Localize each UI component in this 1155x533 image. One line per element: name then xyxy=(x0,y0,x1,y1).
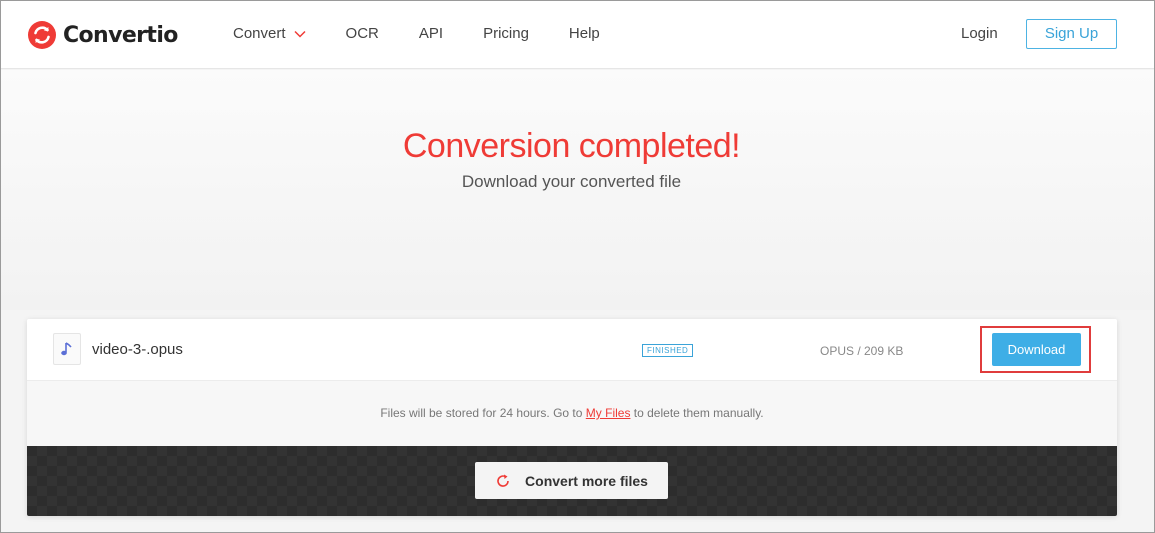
page-title: Conversion completed! xyxy=(402,127,741,165)
file-format-size: OPUS / 209 KB xyxy=(820,344,904,358)
login-link[interactable]: Login xyxy=(961,25,998,42)
storage-note-text-after: to delete them manually. xyxy=(630,406,764,420)
file-type-badge xyxy=(53,333,81,365)
refresh-icon xyxy=(497,474,509,487)
brand-logo[interactable]: Convertio xyxy=(27,19,178,51)
convert-more-files-button[interactable]: Convert more files xyxy=(475,462,668,499)
storage-note: Files will be stored for 24 hours. Go to… xyxy=(27,381,1117,446)
nav-item-label: Pricing xyxy=(483,25,529,42)
signup-button[interactable]: Sign Up xyxy=(1026,19,1117,49)
download-button[interactable]: Download xyxy=(992,333,1081,366)
nav-item-convert[interactable]: Convert xyxy=(233,25,306,42)
actions-bar: Convert more files xyxy=(27,446,1117,516)
file-row: video-3-.opus FINISHED OPUS / 209 KB Dow… xyxy=(27,319,1117,381)
music-note-icon xyxy=(61,342,72,356)
top-header: Convertio Convert OCR API Pricing Help L xyxy=(1,1,1154,69)
brand-name: Convertio xyxy=(63,22,178,48)
status-badge: FINISHED xyxy=(642,344,694,357)
nav-item-label: Help xyxy=(568,25,600,42)
storage-note-text-before: Files will be stored for 24 hours. Go to xyxy=(380,406,586,420)
file-name: video-3-.opus xyxy=(92,341,183,358)
nav-item-label: OCR xyxy=(345,25,379,42)
nav-item-label: Convert xyxy=(233,25,286,42)
page-subtitle: Download your converted file xyxy=(461,172,682,191)
my-files-link[interactable]: My Files xyxy=(586,406,631,420)
nav-item-help[interactable]: Help xyxy=(569,25,600,42)
convertio-logo-icon xyxy=(28,21,56,49)
nav-item-label: API xyxy=(418,25,444,42)
nav-item-api[interactable]: API xyxy=(419,25,443,42)
chevron-down-icon xyxy=(294,30,306,38)
convert-more-files-label: Convert more files xyxy=(525,472,648,489)
result-card: video-3-.opus FINISHED OPUS / 209 KB Dow… xyxy=(27,319,1117,516)
main-nav: Convert OCR API Pricing Help xyxy=(233,25,640,42)
nav-item-pricing[interactable]: Pricing xyxy=(483,25,529,42)
nav-item-ocr[interactable]: OCR xyxy=(346,25,379,42)
page: Convertio Convert OCR API Pricing Help L xyxy=(0,0,1155,533)
